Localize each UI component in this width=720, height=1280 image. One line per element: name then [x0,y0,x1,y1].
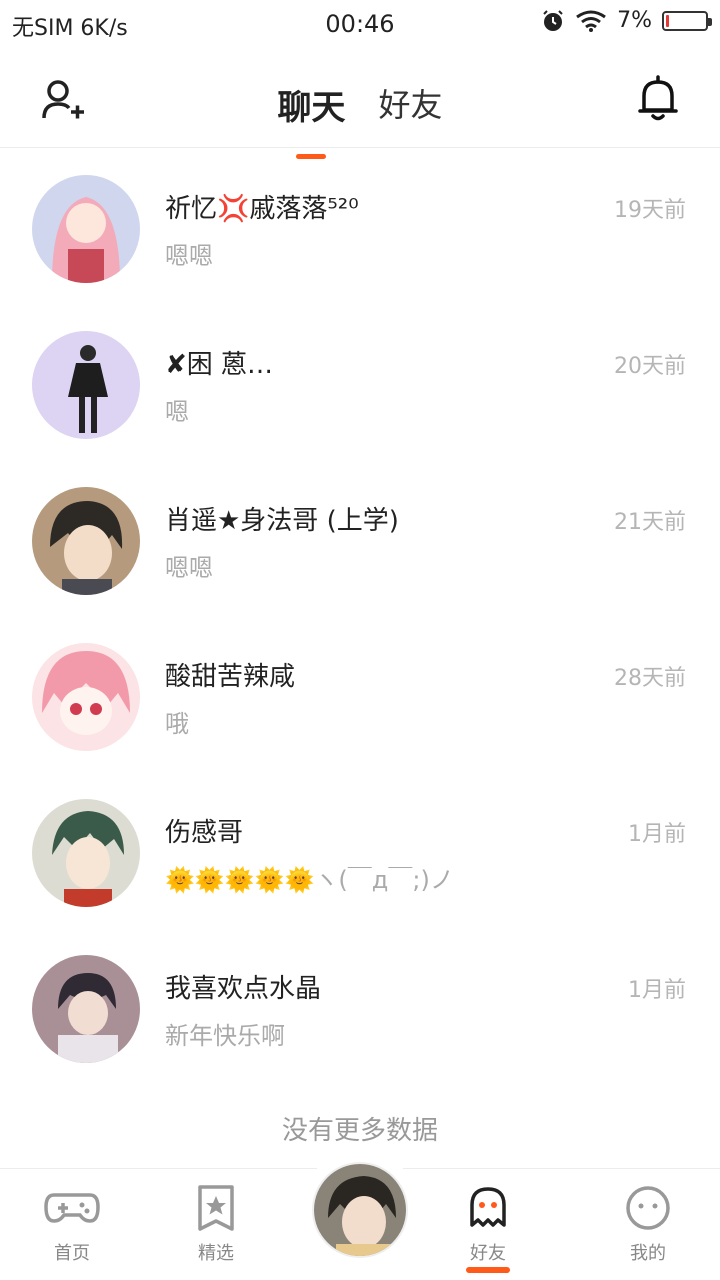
chat-last-message: 嗯嗯 [165,554,213,582]
chat-last-message: 嗯嗯 [165,242,213,270]
tab-bar: 聊天 好友 [0,80,720,159]
avatar[interactable] [32,799,140,907]
profile-avatar[interactable] [312,1162,408,1258]
chat-item[interactable]: 伤感哥 🌞🌞🌞🌞🌞ヽ(￣д￣;)ノ 1月前 [0,774,720,930]
gamepad-icon [44,1193,100,1223]
chat-list: 祈忆💢戚落落⁵²⁰ 嗯嗯 19天前 ✘困 蒽… 嗯 20天前 肖遥★身法哥 (上… [0,150,720,1086]
avatar[interactable] [32,175,140,283]
chat-time: 28天前 [614,666,686,691]
status-bar: 无SIM 6K/s 00:46 7% [0,0,720,50]
face-icon [626,1186,670,1230]
chat-item[interactable]: ✘困 蒽… 嗯 20天前 [0,306,720,462]
battery-percent: 7% [617,8,652,33]
chat-time: 20天前 [614,354,686,379]
chat-time: 1月前 [628,978,686,1003]
nav-featured-label: 精选 [198,1243,234,1264]
chat-name: 我喜欢点水晶 [165,974,322,1004]
avatar[interactable] [32,487,140,595]
chat-name: 酸甜苦辣咸 [165,662,296,692]
alarm-icon [543,9,563,31]
active-nav-indicator [466,1267,510,1273]
tab-chat-label: 聊天 [277,88,346,128]
nav-me-label: 我的 [630,1243,666,1264]
chat-name: 伤感哥 [165,818,244,848]
nav-featured[interactable]: 精选 [166,1185,266,1265]
chat-item[interactable]: 我喜欢点水晶 新年快乐啊 1月前 [0,930,720,1086]
chat-name: ✘困 蒽… [165,350,274,380]
avatar[interactable] [32,643,140,751]
star-badge-icon [198,1185,234,1231]
ghost-icon [470,1187,506,1227]
status-icons: 7% [541,8,712,33]
list-end-text: 没有更多数据 [281,1116,438,1146]
chat-time: 19天前 [614,198,686,223]
header: 聊天 好友 [0,50,720,159]
chat-last-message: 哦 [165,710,189,738]
chat-last-message: 嗯 [165,398,189,426]
nav-home[interactable]: 首页 [22,1185,122,1265]
avatar[interactable] [32,331,140,439]
tab-friends[interactable]: 好友 [379,80,443,126]
avatar[interactable] [32,955,140,1063]
chat-item[interactable]: 祈忆💢戚落落⁵²⁰ 嗯嗯 19天前 [0,150,720,306]
tab-chat[interactable]: 聊天 [277,80,346,159]
battery-level [666,14,669,27]
battery-icon [662,10,712,31]
tab-friends-label: 好友 [378,86,443,124]
nav-friends[interactable]: 好友 [438,1185,538,1273]
chat-time: 21天前 [614,510,686,535]
nav-friends-label: 好友 [470,1243,506,1264]
nav-me[interactable]: 我的 [598,1185,698,1265]
chat-item[interactable]: 肖遥★身法哥 (上学) 嗯嗯 21天前 [0,462,720,618]
wifi-icon [576,10,606,32]
chat-item[interactable]: 酸甜苦辣咸 哦 28天前 [0,618,720,774]
chat-name: 祈忆💢戚落落⁵²⁰ [165,194,359,224]
nav-home-label: 首页 [54,1243,90,1264]
chat-last-message: 🌞🌞🌞🌞🌞ヽ(￣д￣;)ノ [165,866,454,894]
chat-time: 1月前 [628,822,686,847]
chat-name: 肖遥★身法哥 (上学) [165,506,399,536]
chat-last-message: 新年快乐啊 [165,1022,285,1050]
bell-icon[interactable] [638,74,678,122]
